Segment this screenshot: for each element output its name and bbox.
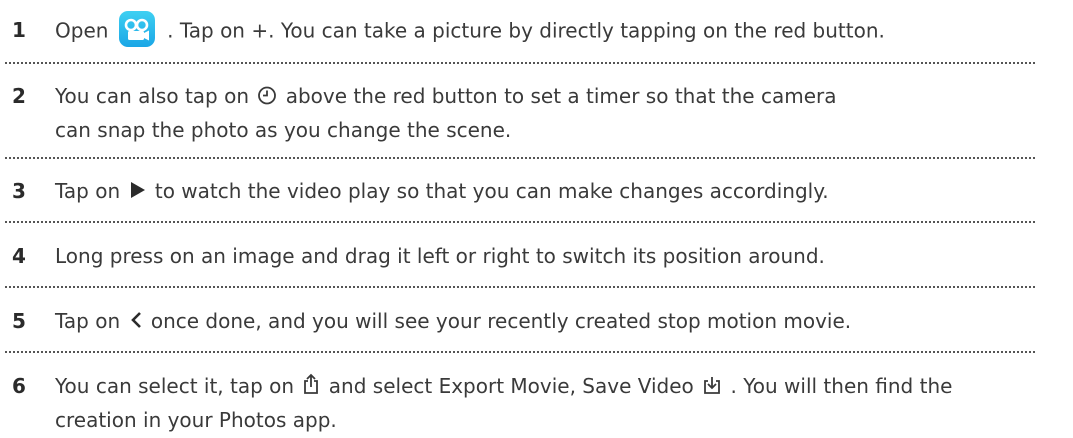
step-text-part: Tap on (55, 179, 121, 203)
step-text: Long press on an image and drag it left … (55, 240, 1045, 272)
chevron-left-icon (129, 307, 143, 339)
step-text-part: Tap on (55, 309, 121, 333)
play-icon (129, 177, 147, 209)
step-number: 5 (12, 309, 26, 333)
step-text-part: to watch the video play so that you can … (154, 179, 829, 203)
step-text-part: Open (55, 18, 109, 43)
step-text: Tap on to watch the video play so that y… (55, 175, 1045, 209)
step-text-part: once done, and you will see your recentl… (150, 309, 852, 333)
step-text-part: . Tap on +. You can take a picture by di… (167, 18, 885, 43)
timer-icon (257, 82, 277, 114)
step-number: 6 (12, 374, 26, 398)
step-number: 2 (12, 84, 26, 108)
step-text-part: and select Export Movie, Save Video (328, 374, 694, 398)
step-number: 1 (12, 18, 26, 42)
step-text-part: You can also tap on (55, 84, 250, 108)
step-text: Tap on once done, and you will see your … (55, 305, 1045, 339)
divider (5, 157, 1035, 159)
step-text: You can also tap on above the red button… (55, 80, 845, 146)
step-number: 3 (12, 179, 26, 203)
step-text-part: You can select it, tap on (55, 374, 295, 398)
instruction-steps: 1 Open . Tap on +. You can take a pictur… (0, 0, 1073, 438)
save-video-icon (702, 372, 722, 404)
step-text: You can select it, tap on and select Exp… (55, 370, 1035, 436)
divider (5, 286, 1035, 288)
step-text: Open . Tap on +. You can take a picture … (55, 11, 1045, 50)
step-number: 4 (12, 244, 26, 268)
divider (5, 351, 1035, 353)
divider (5, 221, 1035, 223)
divider (5, 62, 1035, 64)
stop-motion-app-icon (118, 11, 155, 47)
share-icon (302, 372, 320, 404)
step-text-part: Long press on an image and drag it left … (55, 244, 825, 268)
